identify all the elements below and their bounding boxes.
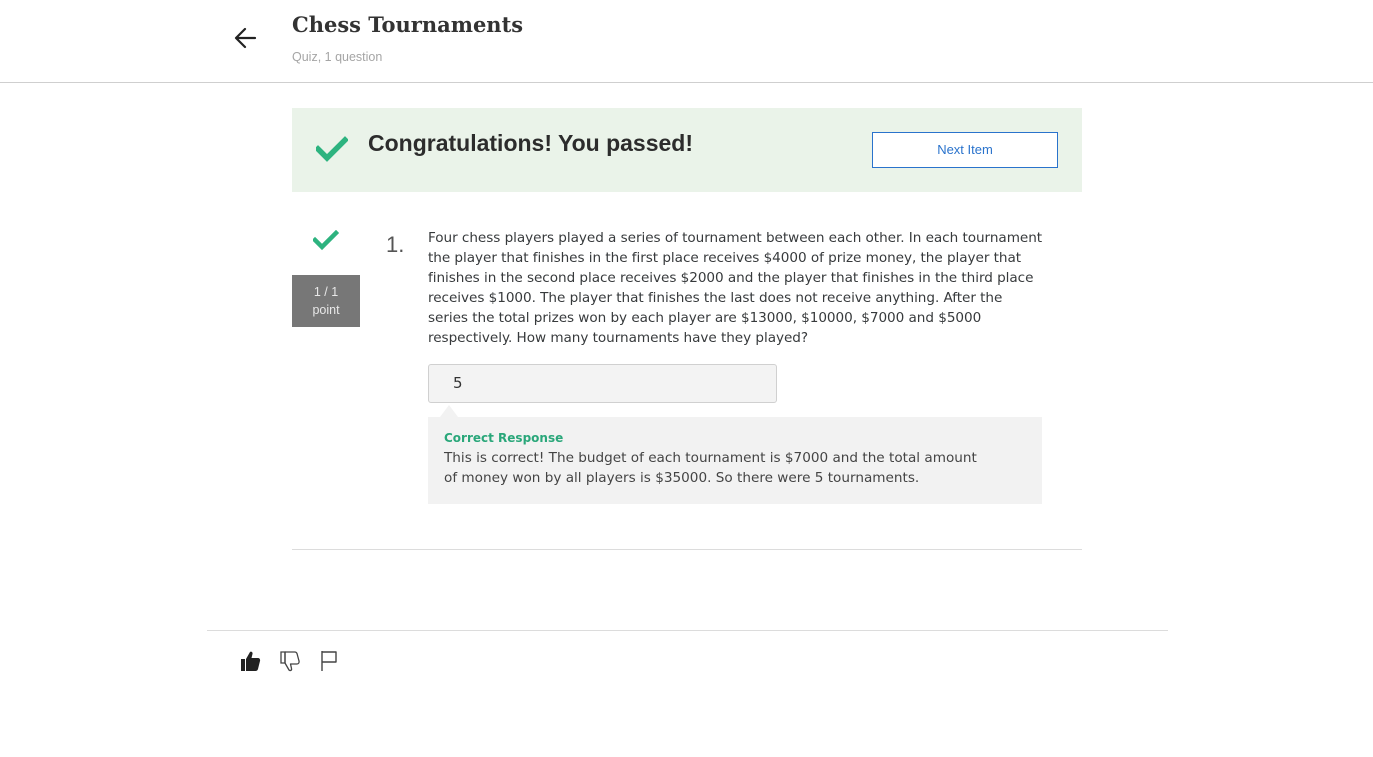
feedback-pointer	[440, 405, 458, 417]
feedback-title: Correct Response	[444, 431, 564, 445]
flag-icon[interactable]	[317, 648, 343, 674]
answer-field[interactable]: 5	[428, 364, 777, 403]
question-text: Four chess players played a series of to…	[428, 230, 1043, 346]
next-item-button[interactable]: Next Item	[872, 132, 1058, 168]
back-arrow-icon[interactable]	[232, 24, 260, 52]
divider	[207, 630, 1168, 631]
thumbs-up-icon[interactable]	[237, 648, 263, 674]
points-unit: point	[312, 303, 340, 317]
divider	[292, 549, 1082, 550]
feedback-text: This is correct! The budget of each tour…	[444, 450, 977, 486]
question-number: 1.	[386, 232, 405, 257]
question-correct-checkmark-icon	[311, 229, 340, 251]
feedback-box: Correct Response This is correct! The bu…	[428, 417, 1042, 504]
page-subtitle: Quiz, 1 question	[292, 50, 383, 64]
checkmark-icon	[314, 136, 349, 162]
thumbs-down-icon[interactable]	[277, 648, 303, 674]
page-title: Chess Tournaments	[292, 12, 524, 37]
page-header: Chess Tournaments Quiz, 1 question	[0, 0, 1373, 83]
pass-message: Congratulations! You passed!	[368, 130, 694, 156]
pass-banner: Congratulations! You passed! Next Item	[292, 108, 1082, 192]
points-score: 1 / 1	[313, 285, 339, 299]
points-badge: 1 / 1 point	[292, 275, 360, 327]
